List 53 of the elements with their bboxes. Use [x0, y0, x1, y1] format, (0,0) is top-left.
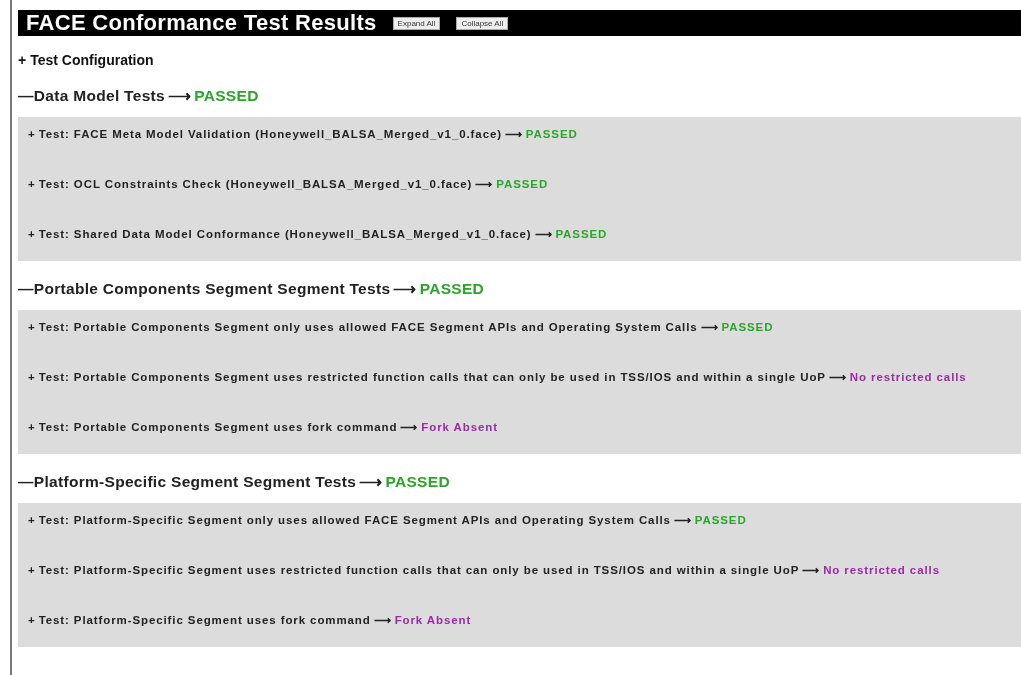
arrow-icon: ⟶: [475, 177, 494, 191]
test-name[interactable]: Test: Portable Components Segment uses fork command: [38, 421, 398, 433]
arrow-icon: ⟶: [393, 280, 417, 298]
test-result: PASSED: [525, 128, 578, 140]
result-status: PASSED: [194, 87, 259, 105]
test-name[interactable]: Test: Platform-Specific Segment uses fork command: [38, 614, 371, 626]
result-status: PASSED: [419, 280, 485, 298]
expand-toggle[interactable]: +: [28, 228, 36, 240]
test-result: PASSED: [721, 321, 774, 333]
result-status: PASSED: [385, 473, 450, 491]
test-result: No restricted calls: [823, 564, 940, 576]
expand-toggle[interactable]: +: [28, 371, 36, 383]
arrow-icon: ⟶: [828, 370, 847, 384]
collapse-all-button[interactable]: Collapse All: [456, 16, 509, 30]
arrow-icon: ⟶: [373, 613, 392, 627]
test-result: Fork Absent: [421, 421, 498, 433]
test-result: No restricted calls: [849, 371, 967, 383]
arrow-icon: ⟶: [504, 127, 523, 141]
test-name[interactable]: Test: Portable Components Segment only uses allowed FACE Segment APIs and Operating System Calls: [38, 321, 698, 333]
arrow-icon: ⟶: [359, 473, 383, 491]
expand-all-button[interactable]: Expand All: [392, 16, 441, 30]
arrow-icon: ⟶: [400, 420, 419, 434]
arrow-icon: ⟶: [802, 563, 821, 577]
test-result: PASSED: [496, 178, 549, 190]
arrow-icon: ⟶: [167, 87, 192, 105]
collapse-toggle[interactable]: —: [18, 473, 34, 491]
test-name[interactable]: Test: Platform-Specific Segment only uses allowed FACE Segment APIs and Operating System Calls: [38, 514, 671, 526]
arrow-icon: ⟶: [673, 513, 692, 527]
expand-toggle[interactable]: +: [28, 614, 36, 626]
test-result: PASSED: [555, 228, 608, 240]
test-result: Fork Absent: [394, 614, 472, 626]
test-name[interactable]: Test: Portable Components Segment uses restricted function calls that can only be used in TSS/IOS and within a single UoP: [38, 371, 826, 383]
collapse-toggle[interactable]: —: [18, 280, 34, 298]
expand-toggle[interactable]: +: [28, 564, 36, 576]
expand-toggle[interactable]: +: [28, 421, 36, 433]
arrow-icon: ⟶: [700, 320, 719, 334]
expand-toggle[interactable]: +: [28, 514, 36, 526]
expand-toggle[interactable]: +: [28, 321, 36, 333]
collapse-toggle[interactable]: —: [18, 87, 34, 105]
section-title[interactable]: Platform-Specific Segment Segment Tests: [33, 473, 357, 491]
section-title[interactable]: Test Configuration: [30, 52, 154, 68]
test-name[interactable]: Test: Shared Data Model Conformance (Honeywell_BALSA_Merged_v1_0.face): [38, 228, 532, 240]
test-name[interactable]: Test: Platform-Specific Segment uses restricted function calls that can only be used in TSS/IOS and within a single UoP: [38, 564, 800, 576]
expand-toggle[interactable]: +: [18, 52, 27, 68]
arrow-icon: ⟶: [534, 227, 553, 241]
expand-toggle[interactable]: +: [28, 178, 36, 190]
expand-toggle[interactable]: +: [28, 128, 36, 140]
test-name[interactable]: Test: FACE Meta Model Validation (Honeywell_BALSA_Merged_v1_0.face): [38, 128, 502, 140]
test-result: PASSED: [694, 514, 747, 526]
section-title[interactable]: Data Model Tests: [33, 87, 165, 105]
section-title[interactable]: Portable Components Segment Segment Tests: [33, 280, 391, 298]
page-title: FACE Conformance Test Results: [26, 10, 377, 36]
test-name[interactable]: Test: OCL Constraints Check (Honeywell_BALSA_Merged_v1_0.face): [38, 178, 473, 190]
